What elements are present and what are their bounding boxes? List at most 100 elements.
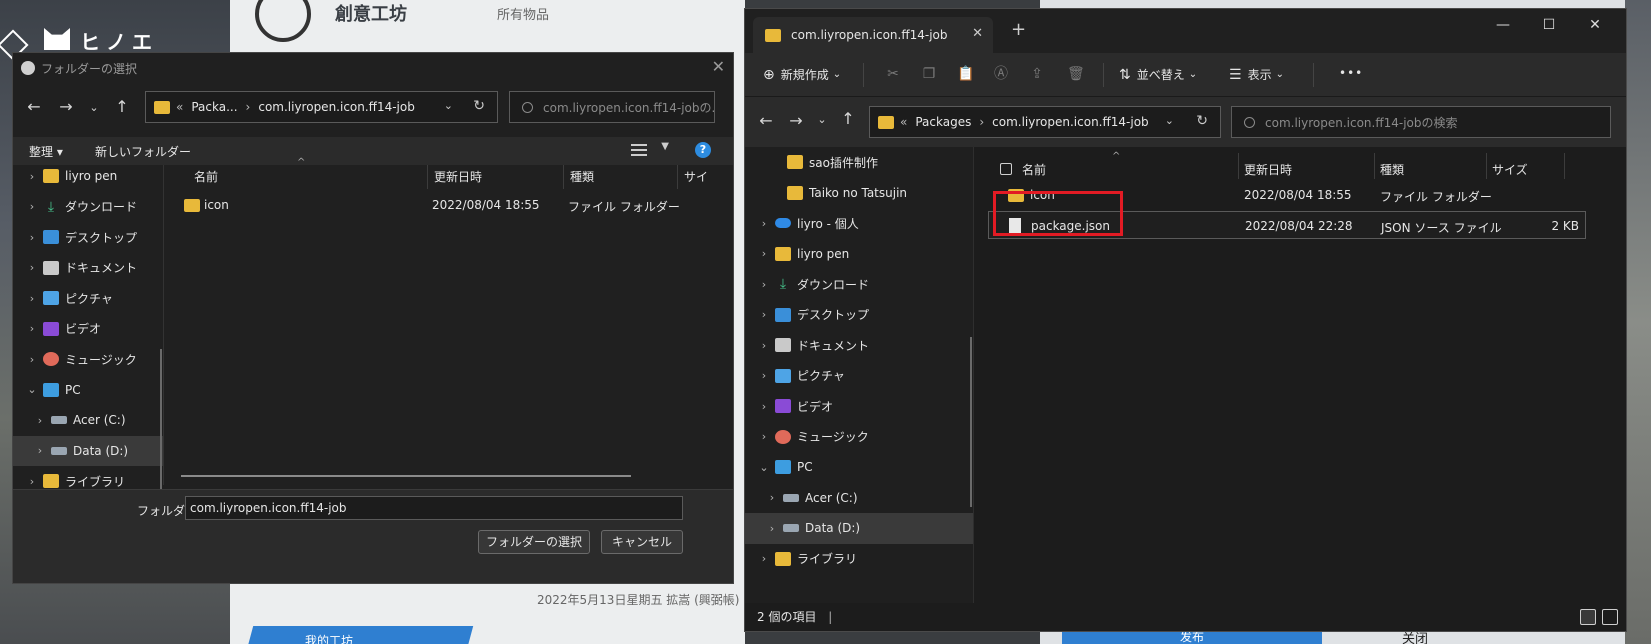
delete-icon[interactable]: 🗑 [1067, 66, 1085, 82]
tree-item-drive-d[interactable]: › Data (D:) [13, 435, 163, 466]
folder-icon [154, 100, 170, 114]
dialog-search-input[interactable]: com.liyropen.icon.ff14-jobの... [509, 91, 715, 123]
address-dropdown-icon[interactable]: ⌄ [444, 99, 453, 112]
tiles-view-icon[interactable] [1602, 609, 1618, 625]
tree-item-videos[interactable]: › ビデオ [13, 314, 163, 345]
paste-icon[interactable]: 📋 [957, 66, 974, 82]
tree-item-drive-c[interactable]: › Acer (C:) [13, 405, 163, 436]
tree-item-music[interactable]: › ミュージック [13, 344, 163, 375]
column-divider[interactable] [1374, 153, 1375, 179]
more-button[interactable]: ••• [1339, 66, 1363, 80]
forward-arrow-icon[interactable]: → [785, 111, 807, 130]
tree-item-desktop[interactable]: › デスクトップ [745, 300, 973, 331]
new-folder-button[interactable]: 新しいフォルダー [95, 143, 191, 160]
breadcrumb-packages[interactable]: Packages [915, 115, 971, 129]
explorer-search-input[interactable]: com.liyropen.icon.ff14-jobの検索 [1231, 106, 1611, 138]
view-list-icon[interactable] [631, 144, 647, 156]
refresh-icon[interactable]: ↻ [473, 98, 485, 114]
view-dropdown-icon[interactable]: ▼ [661, 141, 669, 152]
dialog-address-bar[interactable]: « Packa... › com.liyropen.icon.ff14-job … [145, 91, 498, 123]
tree-item-desktop[interactable]: › デスクトップ [13, 222, 163, 253]
share-icon[interactable]: ⇪ [1029, 66, 1045, 82]
tree-item-sao[interactable]: sao插件制作 [745, 147, 973, 178]
column-type[interactable]: 種類 [1380, 161, 1404, 178]
column-name[interactable]: 名前 [1022, 161, 1046, 178]
tree-item-documents[interactable]: › ドキュメント [13, 253, 163, 284]
column-size[interactable]: サイズ [1492, 161, 1528, 178]
cancel-button[interactable]: キャンセル [601, 530, 683, 554]
sort-button[interactable]: ⇅ 並べ替え ⌄ [1119, 66, 1197, 83]
organize-button[interactable]: 整理 ▾ [29, 143, 63, 160]
new-button[interactable]: ⊕ 新規作成 ⌄ [763, 66, 841, 83]
column-divider[interactable] [1486, 153, 1487, 179]
back-arrow-icon[interactable]: ← [755, 111, 777, 130]
details-view-icon[interactable] [1580, 609, 1596, 625]
tree-item-pictures[interactable]: › ピクチャ [745, 361, 973, 392]
close-button[interactable]: ✕ [1575, 17, 1615, 33]
file-modified: 2022/08/04 22:28 [1245, 219, 1353, 233]
folder-field-input[interactable]: com.liyropen.icon.ff14-job [185, 496, 683, 520]
recent-chevron-icon[interactable]: ⌄ [83, 101, 105, 114]
tree-item-taiko[interactable]: Taiko no Tatsujin [745, 178, 973, 209]
tree-item-library[interactable]: › ライブラリ [745, 544, 973, 575]
address-dropdown-icon[interactable]: ⌄ [1165, 114, 1174, 127]
music-icon [775, 429, 791, 444]
recent-chevron-icon[interactable]: ⌄ [811, 113, 833, 126]
help-icon[interactable]: ? [695, 142, 711, 158]
column-modified[interactable]: 更新日時 [428, 165, 564, 189]
dialog-tree-scrollbar[interactable] [160, 349, 162, 489]
tab-close-icon[interactable]: ✕ [972, 26, 983, 41]
maximize-button[interactable]: ☐ [1529, 17, 1569, 33]
tree-item-pc[interactable]: ⌄ PC [13, 375, 163, 406]
refresh-icon[interactable]: ↻ [1196, 113, 1208, 129]
minimize-button[interactable]: — [1483, 17, 1523, 33]
copy-icon[interactable]: ❐ [921, 66, 937, 82]
breadcrumb-current[interactable]: com.liyropen.icon.ff14-job [992, 115, 1149, 129]
list-item[interactable]: icon 2022/08/04 18:55 ファイル フォルダー [164, 195, 724, 217]
tree-item-onedrive[interactable]: › liyro - 個人 [745, 208, 973, 239]
tree-item-downloads[interactable]: › ⤓ ダウンロード [13, 192, 163, 223]
back-arrow-icon[interactable]: ← [23, 97, 45, 116]
address-overflow[interactable]: « [900, 115, 907, 129]
tree-item-downloads[interactable]: › ⤓ ダウンロード [745, 269, 973, 300]
column-modified[interactable]: 更新日時 [1244, 161, 1292, 178]
new-tab-button[interactable]: + [1011, 19, 1026, 40]
tree-item-documents[interactable]: › ドキュメント [745, 330, 973, 361]
explorer-address-bar[interactable]: « Packages › com.liyropen.icon.ff14-job … [869, 106, 1221, 138]
tree-item-pc[interactable]: ⌄ PC [745, 452, 973, 483]
column-type[interactable]: 種類 [564, 165, 678, 189]
tree-item-liyro-pen[interactable]: › liyro pen [745, 239, 973, 270]
rename-icon[interactable]: Ⓐ [993, 66, 1009, 82]
select-folder-button[interactable]: フォルダーの選択 [478, 530, 590, 554]
separator [1103, 63, 1104, 87]
tree-item-videos[interactable]: › ビデオ [745, 391, 973, 422]
view-button[interactable]: ☰ 表示 ⌄ [1229, 66, 1284, 83]
folder-select-dialog: フォルダーの選択 ✕ ← → ⌄ ↑ « Packa... › com.liyr… [12, 52, 734, 584]
forward-arrow-icon[interactable]: → [55, 97, 77, 116]
dialog-list-hscrollbar[interactable] [181, 475, 631, 477]
column-divider[interactable] [1238, 153, 1239, 179]
address-overflow[interactable]: « [176, 100, 183, 114]
separator [1313, 63, 1314, 87]
breadcrumb-packages[interactable]: Packa... [191, 100, 237, 114]
dialog-close-button[interactable]: ✕ [712, 57, 725, 76]
explorer-command-bar: ⊕ 新規作成 ⌄ ✂ ❐ 📋 Ⓐ ⇪ 🗑 ⇅ 並べ替え ⌄ ☰ 表示 ⌄ ••• [745, 53, 1626, 97]
tree-item-drive-d[interactable]: › Data (D:) [745, 513, 973, 544]
tree-item-drive-c[interactable]: › Acer (C:) [745, 483, 973, 514]
my-workshop-button[interactable] [246, 626, 474, 644]
up-arrow-icon[interactable]: ↑ [837, 109, 859, 128]
item-count: 2 個の項目 [757, 610, 817, 624]
tree-item-pictures[interactable]: › ピクチャ [13, 283, 163, 314]
cut-icon[interactable]: ✂ [885, 66, 901, 82]
tree-item-liyro-pen[interactable]: › liyro pen [13, 161, 163, 192]
separator [863, 63, 864, 87]
up-arrow-icon[interactable]: ↑ [111, 97, 133, 116]
explorer-tab[interactable]: com.liyropen.icon.ff14-job ✕ [753, 17, 993, 53]
select-all-checkbox[interactable] [1000, 163, 1012, 175]
column-size[interactable]: サイ [678, 165, 734, 189]
tree-item-music[interactable]: › ミュージック [745, 422, 973, 453]
breadcrumb-current[interactable]: com.liyropen.icon.ff14-job [258, 100, 415, 114]
column-divider[interactable] [1564, 153, 1565, 179]
column-name[interactable]: 名前 [164, 165, 428, 189]
explorer-tree-scrollbar[interactable] [970, 337, 972, 507]
